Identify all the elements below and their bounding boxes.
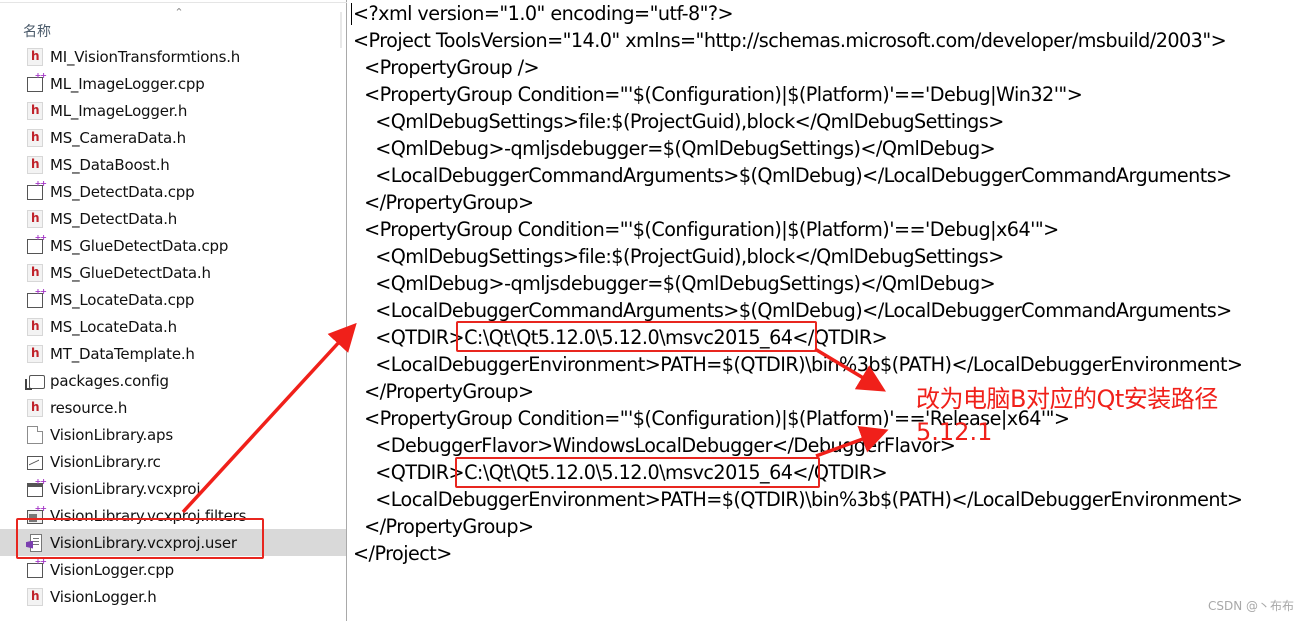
qtdir-release-x64-highlight-box [455,457,820,488]
file-item[interactable]: MI_VisionTransformtions.h [0,43,346,70]
header-file-icon [27,209,43,228]
file-name: MS_CameraData.h [50,128,186,147]
file-item[interactable]: VisionLibrary.aps [0,421,346,448]
code-line: <LocalDebuggerCommandArguments>$(QmlDebu… [353,299,1232,322]
header-file-icon [27,47,43,66]
file-name: VisionLogger.h [50,587,157,606]
header-file-icon [27,263,43,282]
file-name: MS_DetectData.h [50,209,178,228]
file-name: MS_GlueDetectData.h [50,263,211,282]
file-item[interactable]: packages.config [0,367,346,394]
code-line: <PropertyGroup Condition="'$(Configurati… [353,218,1059,241]
file-name: packages.config [50,371,169,390]
code-line: <LocalDebuggerCommandArguments>$(QmlDebu… [353,164,1232,187]
text-caret [351,3,352,25]
file-name: MS_DataBoost.h [50,155,170,174]
vcxproj-file-icon [27,477,46,497]
header-file-icon [27,317,43,336]
selected-file-highlight-box [16,518,264,559]
code-editor[interactable]: <?xml version="1.0" encoding="utf-8"?> <P… [348,0,1308,621]
qtdir-debug-x64-highlight-box [456,321,817,352]
file-item[interactable]: MS_DetectData.cpp [0,178,346,205]
file-item[interactable]: ML_ImageLogger.h [0,97,346,124]
file-item[interactable]: VisionLogger.h [0,583,346,610]
header-file-icon [27,398,43,417]
file-name: VisionLibrary.vcxproj [50,479,201,498]
watermark: CSDN @丶布布 [1207,599,1294,613]
code-line: <LocalDebuggerEnvironment>PATH=$(QTDIR)\… [353,353,1243,376]
column-header-name[interactable]: 名称 [23,21,51,41]
file-item[interactable]: ML_ImageLogger.cpp [0,70,346,97]
cpp-file-icon [27,287,46,308]
header-file-icon [27,344,43,363]
file-name: MS_GlueDetectData.cpp [50,236,229,255]
code-line: <LocalDebuggerEnvironment>PATH=$(QTDIR)\… [353,488,1243,511]
file-item[interactable]: MS_CameraData.h [0,124,346,151]
image-resource-icon [27,455,43,470]
code-line: <PropertyGroup /> [353,56,540,79]
file-name: ML_ImageLogger.cpp [50,74,205,93]
code-line: <QmlDebug>-qmljsdebugger=$(QmlDebugSetti… [353,137,996,160]
code-line: <QmlDebugSettings>file:$(ProjectGuid),bl… [353,245,1004,268]
config-file-icon [25,374,45,390]
annotation-note: 改为电脑B对应的Qt安装路径 [916,385,1218,413]
file-name: MT_DataTemplate.h [50,344,195,363]
header-file-icon [27,155,43,174]
header-file-icon [27,587,43,606]
code-line: <?xml version="1.0" encoding="utf-8"?> [353,2,734,25]
cpp-file-icon [27,71,46,92]
file-item[interactable]: MS_LocateData.h [0,313,346,340]
file-item[interactable]: VisionLibrary.vcxproj [0,475,346,502]
file-item[interactable]: VisionLibrary.rc [0,448,346,475]
file-item[interactable]: resource.h [0,394,346,421]
code-line: <QmlDebugSettings>file:$(ProjectGuid),bl… [353,110,1004,133]
explorer-top-divider [0,2,347,3]
code-line: <QmlDebug>-qmljsdebugger=$(QmlDebugSetti… [353,272,996,295]
file-name: MI_VisionTransformtions.h [50,47,241,66]
code-line: <PropertyGroup Condition="'$(Configurati… [353,83,1083,106]
file-item[interactable]: MT_DataTemplate.h [0,340,346,367]
code-line: <Project ToolsVersion="14.0" xmlns="http… [353,29,1227,52]
file-item[interactable]: MS_DataBoost.h [0,151,346,178]
file-name: VisionLibrary.aps [50,425,173,444]
cpp-file-icon [27,557,46,578]
blank-file-icon [27,425,43,444]
sort-ascending-icon[interactable]: ⌃ [172,7,186,18]
code-line: </Project> [353,542,452,565]
file-item[interactable]: MS_DetectData.h [0,205,346,232]
file-name: MS_LocateData.h [50,317,177,336]
file-item[interactable]: MS_GlueDetectData.cpp [0,232,346,259]
header-file-icon [27,128,43,147]
file-name: VisionLibrary.rc [50,452,161,471]
file-item[interactable]: MS_LocateData.cpp [0,286,346,313]
file-name: resource.h [50,398,128,417]
file-name: MS_LocateData.cpp [50,290,195,309]
code-line: <DebuggerFlavor>WindowsLocalDebugger</De… [353,434,956,457]
header-file-icon [27,101,43,120]
file-name: MS_DetectData.cpp [50,182,195,201]
code-line: </PropertyGroup> [353,515,534,538]
code-line: </PropertyGroup> [353,191,534,214]
file-item[interactable]: VisionLogger.cpp [0,556,346,583]
file-name: VisionLogger.cpp [50,560,174,579]
file-item[interactable]: MS_GlueDetectData.h [0,259,346,286]
annotation-version: 5.12.1 [916,418,993,446]
cpp-file-icon [27,179,46,200]
cpp-file-icon [27,233,46,254]
file-name: ML_ImageLogger.h [50,101,188,120]
